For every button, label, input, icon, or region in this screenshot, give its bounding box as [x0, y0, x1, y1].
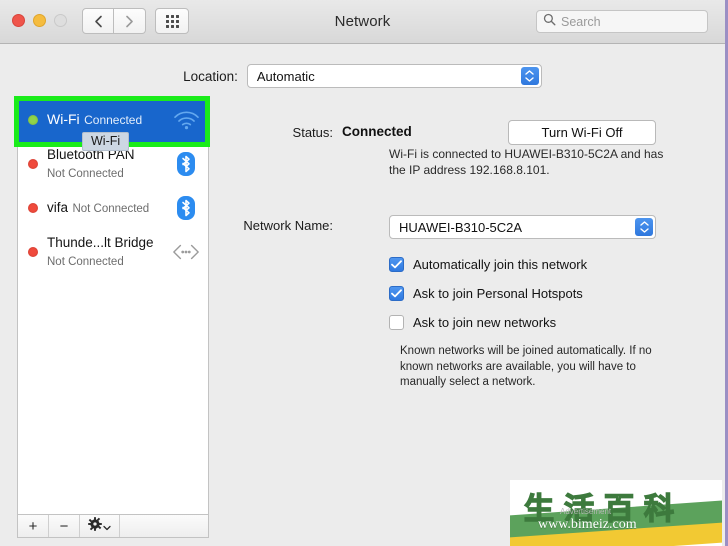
bluetooth-icon: [172, 150, 200, 178]
status-value: Connected: [342, 124, 412, 139]
remove-service-button[interactable]: −: [49, 515, 80, 537]
search-icon: [543, 13, 556, 31]
personal-hotspots-label: Ask to join Personal Hotspots: [413, 286, 583, 301]
location-row: Location: Automatic: [0, 60, 725, 92]
checkbox-row-personal-hotspots[interactable]: Ask to join Personal Hotspots: [389, 286, 708, 301]
wifi-settings-pane: Status: Connected Turn Wi-Fi Off Wi-Fi i…: [219, 97, 708, 546]
network-services-list[interactable]: Wi-Fi Connected Bluetooth PAN Not Connec…: [17, 97, 209, 515]
status-row: Status: Connected Turn Wi-Fi Off: [219, 120, 708, 145]
add-service-button[interactable]: +: [18, 515, 49, 537]
status-dot-green: [28, 115, 38, 125]
wifi-options: Automatically join this network Ask to j…: [389, 257, 708, 391]
turn-wifi-off-button[interactable]: Turn Wi-Fi Off: [508, 120, 656, 145]
services-toolbar: + −: [17, 515, 209, 538]
location-popup-button[interactable]: Automatic: [246, 64, 542, 88]
service-name: Thunde...lt Bridge: [47, 235, 154, 251]
status-description: Wi-Fi is connected to HUAWEI-B310-5C2A a…: [389, 147, 664, 177]
network-name-value: HUAWEI-B310-5C2A: [399, 219, 523, 235]
service-name: Wi-Fi: [47, 111, 80, 128]
service-status: Not Connected: [72, 203, 150, 216]
watermark-subtext: Advertisement: [560, 507, 612, 516]
status-label: Status:: [292, 125, 333, 140]
search-field[interactable]: Search: [536, 10, 708, 33]
search-placeholder: Search: [561, 14, 601, 29]
location-stepper-icon[interactable]: [520, 67, 539, 85]
preferences-content: Wi-Fi Connected Bluetooth PAN Not Connec…: [0, 96, 725, 546]
watermark-url: www.bimeiz.com: [538, 517, 637, 532]
gear-icon: [88, 517, 102, 535]
chevron-down-icon: [103, 518, 111, 535]
service-status: Not Connected: [47, 256, 124, 268]
personal-hotspots-checkbox[interactable]: [389, 286, 404, 301]
service-name: vifa: [47, 200, 69, 216]
service-actions-button[interactable]: [80, 515, 120, 537]
network-preferences-window: Network Search Location: Automatic Wi-Fi…: [0, 0, 728, 546]
toolbar-filler: [120, 515, 208, 537]
service-status: Connected: [84, 113, 143, 128]
status-dot-red: [28, 159, 38, 169]
status-dot-red: [28, 247, 38, 257]
status-dot-red: [28, 203, 38, 213]
wifi-tooltip: Wi-Fi: [82, 132, 130, 151]
auto-join-checkbox[interactable]: [389, 257, 404, 272]
site-watermark: 生活百科 Advertisement www.bimeiz.com: [510, 480, 722, 546]
new-networks-label: Ask to join new networks: [413, 315, 557, 330]
service-row-thunderbolt-bridge[interactable]: Thunde...lt Bridge Not Connected: [18, 230, 208, 274]
window-titlebar: Network Search: [0, 0, 725, 44]
service-status: Not Connected: [47, 168, 124, 180]
checkbox-row-new-networks[interactable]: Ask to join new networks: [389, 315, 708, 330]
location-value: Automatic: [256, 68, 315, 84]
network-name-stepper-icon[interactable]: [635, 218, 653, 236]
auto-join-label: Automatically join this network: [413, 257, 588, 272]
network-name-popup-button[interactable]: HUAWEI-B310-5C2A: [389, 215, 656, 239]
checkbox-row-auto-join[interactable]: Automatically join this network: [389, 257, 708, 272]
thunderbolt-icon: [172, 243, 200, 261]
new-networks-checkbox[interactable]: [389, 315, 404, 330]
new-networks-help-text: Known networks will be joined automatica…: [400, 345, 652, 389]
location-label: Location:: [183, 68, 238, 84]
network-name-label: Network Name:: [243, 218, 333, 233]
